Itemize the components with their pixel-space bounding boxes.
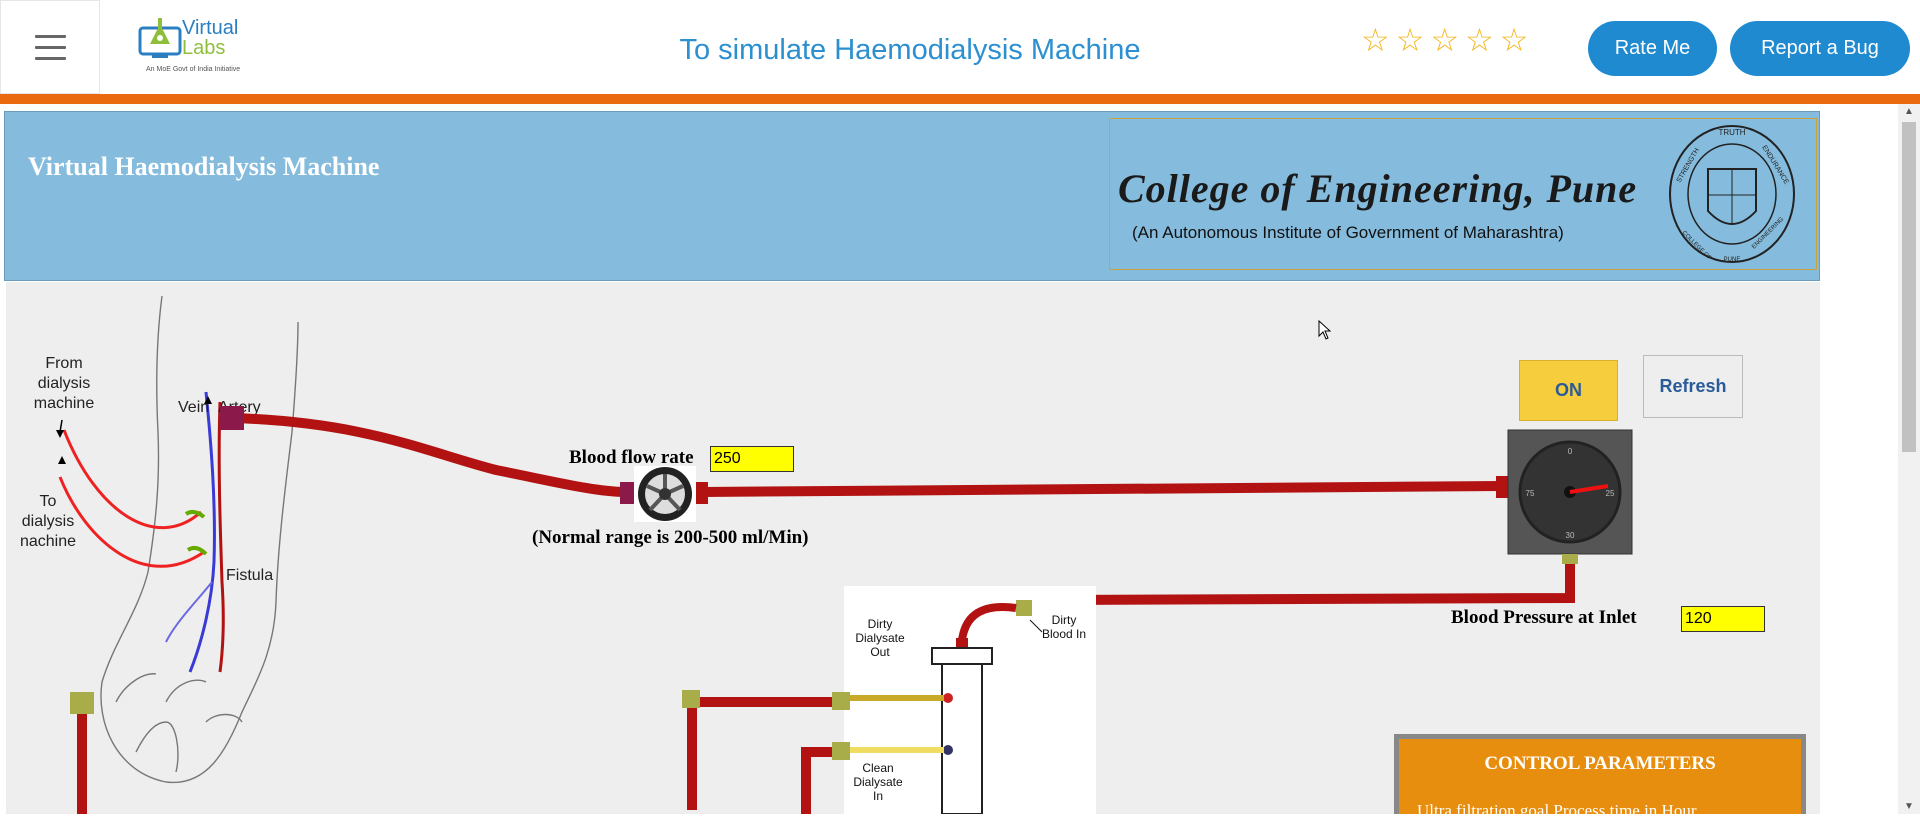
svg-text:0: 0 xyxy=(1568,447,1573,456)
college-subtitle: (An Autonomous Institute of Government o… xyxy=(1132,223,1564,242)
normal-range-label: (Normal range is 200-500 ml/Min) xyxy=(532,527,809,548)
svg-text:25: 25 xyxy=(1606,489,1615,498)
header-divider xyxy=(0,94,1920,104)
svg-text:Out: Out xyxy=(870,645,890,659)
svg-text:In: In xyxy=(873,789,883,803)
artery-line xyxy=(217,401,225,673)
scroll-down-icon[interactable]: ▼ xyxy=(1904,801,1914,812)
banner-title: Virtual Haemodialysis Machine xyxy=(28,152,380,181)
scroll-thumb[interactable] xyxy=(1902,122,1916,452)
star-icon[interactable]: ☆ xyxy=(1361,24,1390,56)
svg-text:Blood In: Blood In xyxy=(1042,627,1086,641)
clean-dialysate-label: Clean xyxy=(862,761,893,775)
control-parameters-panel: CONTROL PARAMETERS Ultra filtration goal… xyxy=(1394,734,1806,820)
hamburger-menu-button[interactable] xyxy=(0,0,100,94)
seal-text: TRUTH xyxy=(1718,128,1745,137)
blood-flow-label: Blood flow rate xyxy=(569,447,694,468)
blood-pump-icon[interactable] xyxy=(634,466,696,522)
pump-to-gauge-tube xyxy=(701,481,1503,497)
logo-text-virtual: Virtual xyxy=(182,17,239,39)
simulation-frame: Virtual Haemodialysis Machine College of… xyxy=(0,104,1898,814)
svg-text:Dialysate: Dialysate xyxy=(855,631,905,645)
vein-label: Vein xyxy=(178,399,209,416)
mouse-cursor-icon xyxy=(1318,320,1332,340)
flask-logo-icon xyxy=(138,18,182,58)
college-logo-panel: College of Engineering, Pune (An Autonom… xyxy=(1109,118,1817,270)
star-icon[interactable]: ☆ xyxy=(1465,24,1494,56)
scroll-up-icon[interactable]: ▲ xyxy=(1904,106,1914,117)
to-label: dialysis xyxy=(22,513,74,530)
svg-text:Dialysate: Dialysate xyxy=(853,775,903,789)
seal-text: ENDURANCE xyxy=(1760,144,1790,186)
star-icon[interactable]: ☆ xyxy=(1500,24,1529,56)
banner: Virtual Haemodialysis Machine College of… xyxy=(4,111,1820,281)
control-parameters-subtitle: Ultra filtration goal Process time in Ho… xyxy=(1417,801,1697,820)
control-parameters-title: CONTROL PARAMETERS xyxy=(1484,753,1716,774)
inlet-tube xyxy=(1023,564,1575,613)
pressure-gauge-icon: 0 25 30 75 xyxy=(1507,429,1633,555)
from-label: machine xyxy=(34,395,95,412)
logo-subtitle: An MoE Govt of India Initiative xyxy=(146,66,241,73)
outflow-line xyxy=(58,476,205,568)
svg-text:75: 75 xyxy=(1526,489,1535,498)
return-line xyxy=(62,429,202,530)
vertical-scrollbar[interactable]: ▲ ▼ xyxy=(1898,104,1920,814)
to-label: To xyxy=(40,493,57,510)
star-icon[interactable]: ☆ xyxy=(1396,24,1425,56)
top-navbar: Virtual Labs An MoE Govt of India Initia… xyxy=(0,0,1920,94)
dirty-blood-label: Dirty xyxy=(1052,613,1077,627)
menu-bar-icon xyxy=(34,56,66,60)
report-bug-button[interactable]: Report a Bug xyxy=(1730,21,1910,76)
logo-text-labs: Labs xyxy=(182,37,226,59)
dirty-dialysate-label: Dirty xyxy=(868,617,893,631)
rating-stars: ☆ ☆ ☆ ☆ ☆ xyxy=(1361,24,1528,56)
blood-flow-input[interactable] xyxy=(710,446,794,472)
page-title: To simulate Haemodialysis Machine xyxy=(679,34,1141,66)
blood-pressure-input[interactable] xyxy=(1681,606,1765,632)
virtual-labs-logo[interactable]: Virtual Labs An MoE Govt of India Initia… xyxy=(138,14,250,78)
seal-text: PUNE xyxy=(1724,257,1741,263)
star-icon[interactable]: ☆ xyxy=(1430,24,1459,56)
arm-illustration xyxy=(100,295,299,784)
arterial-connector xyxy=(220,406,244,430)
vein-line xyxy=(188,391,216,673)
from-label: dialysis xyxy=(38,375,90,392)
seal-text: STRENGTH xyxy=(1676,147,1701,184)
college-name: College of Engineering, Pune xyxy=(1118,166,1638,211)
refresh-button[interactable]: Refresh xyxy=(1643,355,1743,418)
dialysate-in-tube xyxy=(801,747,842,814)
rate-me-button[interactable]: Rate Me xyxy=(1588,21,1717,76)
blood-pressure-label: Blood Pressure at Inlet xyxy=(1451,607,1637,628)
power-on-button[interactable]: ON xyxy=(1519,360,1618,421)
from-label: From xyxy=(45,355,82,372)
fistula-label: Fistula xyxy=(226,567,273,584)
menu-bar-icon xyxy=(34,45,66,49)
svg-text:30: 30 xyxy=(1566,531,1575,540)
to-label: nachine xyxy=(20,533,76,550)
menu-bar-icon xyxy=(34,34,66,38)
college-seal-icon: TRUTH STRENGTH ENDURANCE COLLEGE OF ENGI… xyxy=(1669,125,1795,263)
arterial-tube xyxy=(231,413,627,497)
